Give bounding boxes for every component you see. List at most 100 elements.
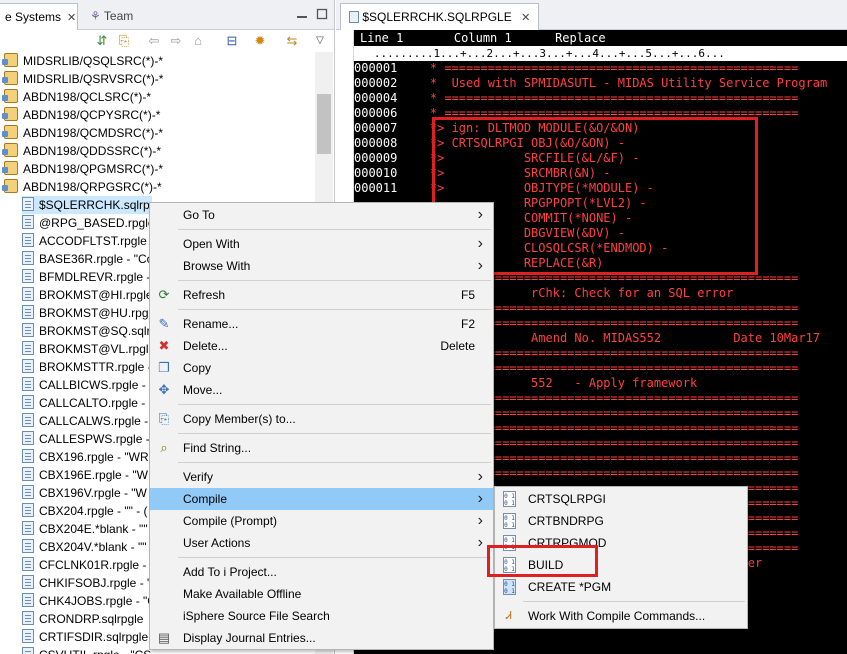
member-node[interactable]: BROKMST@HI.rpgle bbox=[22, 286, 153, 304]
tree-node-label: ABDN198/QCPYSRC(*)-* bbox=[23, 108, 161, 122]
submenu-item-create-pgm[interactable]: 0 10 1 CREATE *PGM bbox=[495, 576, 747, 598]
member-node[interactable]: CFCLNK01R.rpgle - bbox=[22, 556, 146, 574]
line-number: 000001 bbox=[354, 61, 398, 75]
menu-item-verify[interactable]: Verify › bbox=[150, 466, 493, 488]
member-icon bbox=[22, 341, 34, 355]
close-icon[interactable]: ✕ bbox=[67, 11, 76, 24]
menu-item-rename[interactable]: ✎ Rename... F2 bbox=[150, 313, 493, 335]
editor-ruler: .........1...+...2...+...3...+...4...+..… bbox=[354, 46, 847, 61]
source-file-node[interactable]: ABDN198/QCLSRC(*)-* bbox=[2, 88, 151, 106]
menu-item-user-actions[interactable]: User Actions › bbox=[150, 532, 493, 554]
menu-item-refresh[interactable]: ⟳ Refresh F5 bbox=[150, 284, 493, 306]
member-node[interactable]: BROKMSTTR.rpgle - bbox=[22, 358, 152, 376]
find-string-icon: ⌕ bbox=[160, 440, 168, 455]
code-line[interactable]: 000002 * Used with SPMIDASUTL - MIDAS Ut… bbox=[354, 76, 827, 91]
member-node[interactable]: CHKIFSOBJ.rpgle - " bbox=[22, 574, 151, 592]
member-icon bbox=[22, 593, 34, 607]
menu-item-compile-prompt[interactable]: Compile (Prompt) › bbox=[150, 510, 493, 532]
member-node[interactable]: CBX196.rpgle - "WR bbox=[22, 448, 149, 466]
code-line[interactable]: 000004 * ===============================… bbox=[354, 91, 798, 106]
member-node[interactable]: CALLCALWS.rpgle - bbox=[22, 412, 148, 430]
source-file-node[interactable]: ABDN198/QDDSSRC(*)-* bbox=[2, 142, 162, 160]
menu-separator bbox=[178, 280, 491, 281]
member-icon bbox=[22, 539, 34, 553]
link-with-editor-icon[interactable]: ⇆ bbox=[284, 33, 300, 49]
member-icon bbox=[22, 467, 34, 481]
tab-remote-systems[interactable]: e Systems ✕ bbox=[0, 3, 78, 30]
source-file-node[interactable]: ABDN198/QRPGSRC(*)-* bbox=[2, 178, 162, 196]
view-menu-icon[interactable]: ▽ bbox=[312, 33, 328, 49]
source-file-node[interactable]: MIDSRLIB/QSRVSRC(*)-* bbox=[2, 70, 163, 88]
tree-node-label: BFMDLREVR.rpgle - bbox=[39, 270, 151, 284]
member-node[interactable]: CALLESPWS.rpgle - bbox=[22, 430, 150, 448]
menu-item-browse-with[interactable]: Browse With › bbox=[150, 255, 493, 277]
close-icon[interactable]: ✕ bbox=[521, 11, 530, 24]
member-icon bbox=[22, 233, 34, 247]
member-node[interactable]: CBX204.rpgle - "" - ( bbox=[22, 502, 148, 520]
menu-separator bbox=[178, 404, 491, 405]
tree-node-label: BROKMST@HI.rpgle bbox=[39, 288, 153, 302]
compile-command-icon: 0 10 1 bbox=[503, 491, 516, 507]
member-node[interactable]: CSVUTIL.rpgle - "CS bbox=[22, 646, 151, 654]
collapse-all-icon[interactable]: ⊟ bbox=[224, 33, 240, 49]
source-file-node[interactable]: ABDN198/QCPYSRC(*)-* bbox=[2, 106, 161, 124]
tree-node-label: CSVUTIL.rpgle - "CS bbox=[39, 648, 151, 654]
menu-item-isphere-source-file-search[interactable]: iSphere Source File Search bbox=[150, 605, 493, 627]
member-node[interactable]: CALLBICWS.rpgle - bbox=[22, 376, 146, 394]
context-menu: Go To › Open With › Browse With › ⟳ Refresh F5 ✎ R… bbox=[149, 202, 494, 650]
submenu-item-crtbndrpg[interactable]: 0 10 1 CRTBNDRPG bbox=[495, 510, 747, 532]
focus-icon[interactable]: ✹ bbox=[252, 33, 268, 49]
code-line[interactable]: 000001 * ===============================… bbox=[354, 61, 798, 76]
new-connection-icon[interactable]: ⇵ bbox=[94, 33, 110, 49]
member-icon bbox=[22, 377, 34, 391]
back-icon[interactable]: ⇦ bbox=[146, 33, 162, 49]
member-node[interactable]: CRONDRP.sqlrpgle bbox=[22, 610, 143, 628]
member-icon bbox=[22, 629, 34, 643]
submenu-item-crtsqlrpgi[interactable]: 0 10 1 CRTSQLRPGI bbox=[495, 488, 747, 510]
maximize-icon[interactable] bbox=[316, 8, 328, 20]
member-node[interactable]: BFMDLREVR.rpgle - bbox=[22, 268, 150, 286]
submenu-item-work-with-compile-commands[interactable]: Ꮧ Work With Compile Commands... bbox=[495, 605, 747, 627]
menu-item-copy-member-s-to[interactable]: ⎘ Copy Member(s) to... bbox=[150, 408, 493, 430]
member-icon bbox=[22, 251, 34, 265]
new-filter-icon[interactable]: ⎘ bbox=[116, 33, 132, 49]
menu-item-open-with[interactable]: Open With › bbox=[150, 233, 493, 255]
member-node[interactable]: CALLCALTO.rpgle - bbox=[22, 394, 145, 412]
home-icon[interactable]: ⌂ bbox=[190, 33, 206, 49]
member-node[interactable]: CBX204E.*blank - "" bbox=[22, 520, 148, 538]
member-node[interactable]: ACCODFLTST.rpgle bbox=[22, 232, 147, 250]
member-node[interactable]: BROKMST@HU.rpgle bbox=[22, 304, 158, 322]
member-node[interactable]: @RPG_BASED.rpgle bbox=[22, 214, 155, 232]
member-node[interactable]: CBX204V.*blank - "" bbox=[22, 538, 146, 556]
menu-item-copy[interactable]: ❐ Copy bbox=[150, 357, 493, 379]
menu-item-add-to-i-project[interactable]: Add To i Project... bbox=[150, 561, 493, 583]
scrollbar-thumb[interactable] bbox=[317, 94, 331, 154]
menu-item-accelerator: F2 bbox=[460, 317, 475, 331]
member-node[interactable]: BROKMST@VL.rpgle bbox=[22, 340, 155, 358]
tab-team[interactable]: ⚘ Team bbox=[84, 3, 139, 30]
submenu-arrow-icon: › bbox=[477, 468, 483, 485]
source-file-node[interactable]: ABDN198/QPGMSRC(*)-* bbox=[2, 160, 163, 178]
member-node[interactable]: CBX196V.rpgle - "W bbox=[22, 484, 147, 502]
menu-item-compile[interactable]: Compile › bbox=[150, 488, 493, 510]
menu-item-label: Compile (Prompt) bbox=[183, 514, 278, 528]
member-node[interactable]: CBX196E.rpgle - "W bbox=[22, 466, 148, 484]
member-node[interactable]: BROKMST@SQ.sqlrp bbox=[22, 322, 157, 340]
forward-icon[interactable]: ⇨ bbox=[168, 33, 184, 49]
source-file-node[interactable]: ABDN198/QCMDSRC(*)-* bbox=[2, 124, 163, 142]
menu-item-make-available-offline[interactable]: Make Available Offline bbox=[150, 583, 493, 605]
member-node[interactable]: BASE36R.rpgle - "Co bbox=[22, 250, 153, 268]
tree-node-label: CHK4JOBS.rpgle - "C bbox=[39, 594, 156, 608]
minimize-icon[interactable] bbox=[296, 8, 308, 20]
tab-editor-file[interactable]: $SQLERRCHK.SQLRPGLE ✕ bbox=[340, 3, 540, 30]
member-node[interactable]: $SQLERRCHK.sqlrpg bbox=[22, 196, 156, 214]
menu-item-go-to[interactable]: Go To › bbox=[150, 204, 493, 226]
member-node[interactable]: CHK4JOBS.rpgle - "C bbox=[22, 592, 156, 610]
tree-node-label: ABDN198/QDDSSRC(*)-* bbox=[23, 144, 162, 158]
source-file-node[interactable]: MIDSRLIB/QSQLSRC(*)-* bbox=[2, 52, 163, 70]
menu-item-move[interactable]: ✥ Move... bbox=[150, 379, 493, 401]
member-node[interactable]: CRTIFSDIR.sqlrpgle bbox=[22, 628, 148, 646]
menu-item-find-string[interactable]: ⌕ Find String... bbox=[150, 437, 493, 459]
menu-item-delete[interactable]: ✖ Delete... Delete bbox=[150, 335, 493, 357]
menu-item-display-journal-entries[interactable]: ▤ Display Journal Entries... bbox=[150, 627, 493, 649]
